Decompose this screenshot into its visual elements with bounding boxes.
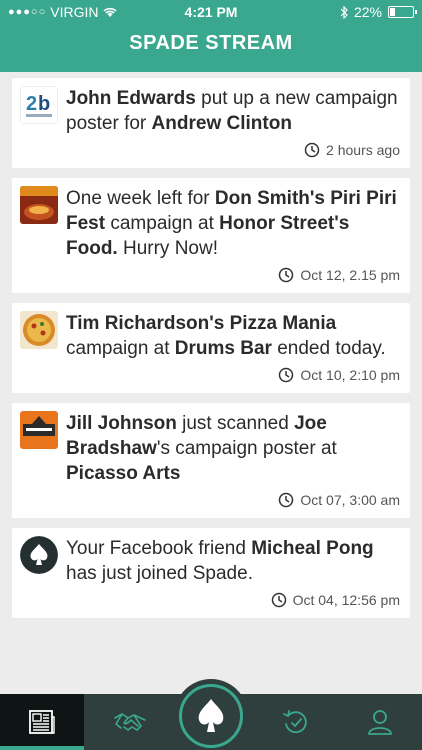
text-segment: Your Facebook friend — [66, 538, 252, 559]
text-segment: Andrew Clinton — [151, 113, 292, 134]
feed-text: John Edwards put up a new campaign poste… — [66, 86, 400, 136]
tab-history[interactable] — [254, 694, 338, 750]
spade-avatar-icon — [20, 536, 58, 574]
feed-timestamp: Oct 07, 3:00 am — [66, 492, 400, 508]
feed-timestamp: Oct 10, 2:10 pm — [66, 367, 400, 383]
clock-icon — [279, 367, 294, 383]
feed-text: One week left for Don Smith's Piri Piri … — [66, 186, 400, 261]
clock-icon — [304, 142, 320, 158]
feed-item[interactable]: Your Facebook friend Micheal Pong has ju… — [12, 528, 410, 618]
feed-timestamp: Oct 12, 2.15 pm — [66, 267, 400, 283]
battery-group: 22% — [340, 4, 417, 20]
text-segment: Hurry Now! — [117, 238, 218, 259]
newspaper-icon — [29, 710, 55, 734]
text-segment: John Edwards — [66, 88, 196, 109]
text-segment: Drums Bar — [174, 338, 272, 359]
text-segment: campaign at — [66, 338, 175, 359]
battery-icon — [388, 6, 417, 18]
timestamp-label: Oct 07, 3:00 am — [300, 492, 400, 508]
feed-text: Jill Johnson just scanned Joe Bradshaw's… — [66, 411, 400, 486]
feed-text: Your Facebook friend Micheal Pong has ju… — [66, 536, 400, 586]
history-icon — [283, 710, 307, 734]
battery-fill — [390, 8, 395, 16]
text-segment: 's campaign poster at — [156, 438, 337, 459]
latitude-logo-icon — [20, 411, 58, 449]
spade-icon — [198, 699, 224, 732]
clock-icon — [279, 267, 294, 283]
text-segment: Tim Richardson's Pizza Mania — [66, 313, 337, 334]
clock-icon — [271, 592, 286, 608]
text-segment: Picasso Arts — [66, 463, 181, 484]
timestamp-label: Oct 12, 2.15 pm — [300, 267, 400, 283]
feed-timestamp: 2 hours ago — [66, 142, 400, 158]
text-segment: Micheal Pong — [251, 538, 374, 559]
spade-home-button[interactable] — [174, 679, 248, 750]
feed-item[interactable]: One week left for Don Smith's Piri Piri … — [12, 178, 410, 293]
battery-percent: 22% — [353, 4, 382, 20]
tab-profile[interactable] — [338, 694, 422, 750]
app-header: ●●●○○ VIRGIN 4:21 PM 22% SPADE STREAM — [0, 0, 422, 72]
text-segment: ended today. — [271, 338, 386, 359]
tab-deals[interactable] — [88, 694, 172, 750]
bluetooth-icon — [340, 5, 348, 19]
status-bar: ●●●○○ VIRGIN 4:21 PM 22% — [0, 0, 422, 24]
logo-2b-icon: 2 b — [20, 86, 58, 124]
text-segment: Jill Johnson — [66, 413, 177, 434]
text-segment: campaign at — [105, 213, 220, 234]
activity-feed: 2 b John Edwards put up a new campaign p… — [12, 78, 410, 628]
timestamp-label: Oct 04, 12:56 pm — [292, 592, 400, 608]
profile-icon — [368, 710, 392, 735]
tab-news[interactable] — [0, 694, 84, 750]
text-segment: just scanned — [176, 413, 295, 434]
feed-item[interactable]: 2 b John Edwards put up a new campaign p… — [12, 78, 410, 168]
svg-text:2: 2 — [26, 93, 37, 115]
text-segment: has just joined Spade. — [66, 563, 253, 584]
svg-text:b: b — [38, 93, 50, 115]
tab-bar — [0, 679, 422, 750]
pizza-icon — [20, 311, 58, 349]
handshake-icon — [114, 713, 146, 731]
food-poster-icon — [20, 186, 58, 224]
timestamp-label: Oct 10, 2:10 pm — [300, 367, 400, 383]
feed-text: Tim Richardson's Pizza Mania campaign at… — [66, 311, 400, 361]
timestamp-label: 2 hours ago — [326, 142, 400, 158]
clock-icon — [279, 492, 294, 508]
text-segment: One week left for — [66, 188, 215, 209]
feed-item[interactable]: Jill Johnson just scanned Joe Bradshaw's… — [12, 403, 410, 518]
feed-item[interactable]: Tim Richardson's Pizza Mania campaign at… — [12, 303, 410, 393]
page-title: SPADE STREAM — [129, 32, 293, 54]
feed-timestamp: Oct 04, 12:56 pm — [66, 592, 400, 608]
